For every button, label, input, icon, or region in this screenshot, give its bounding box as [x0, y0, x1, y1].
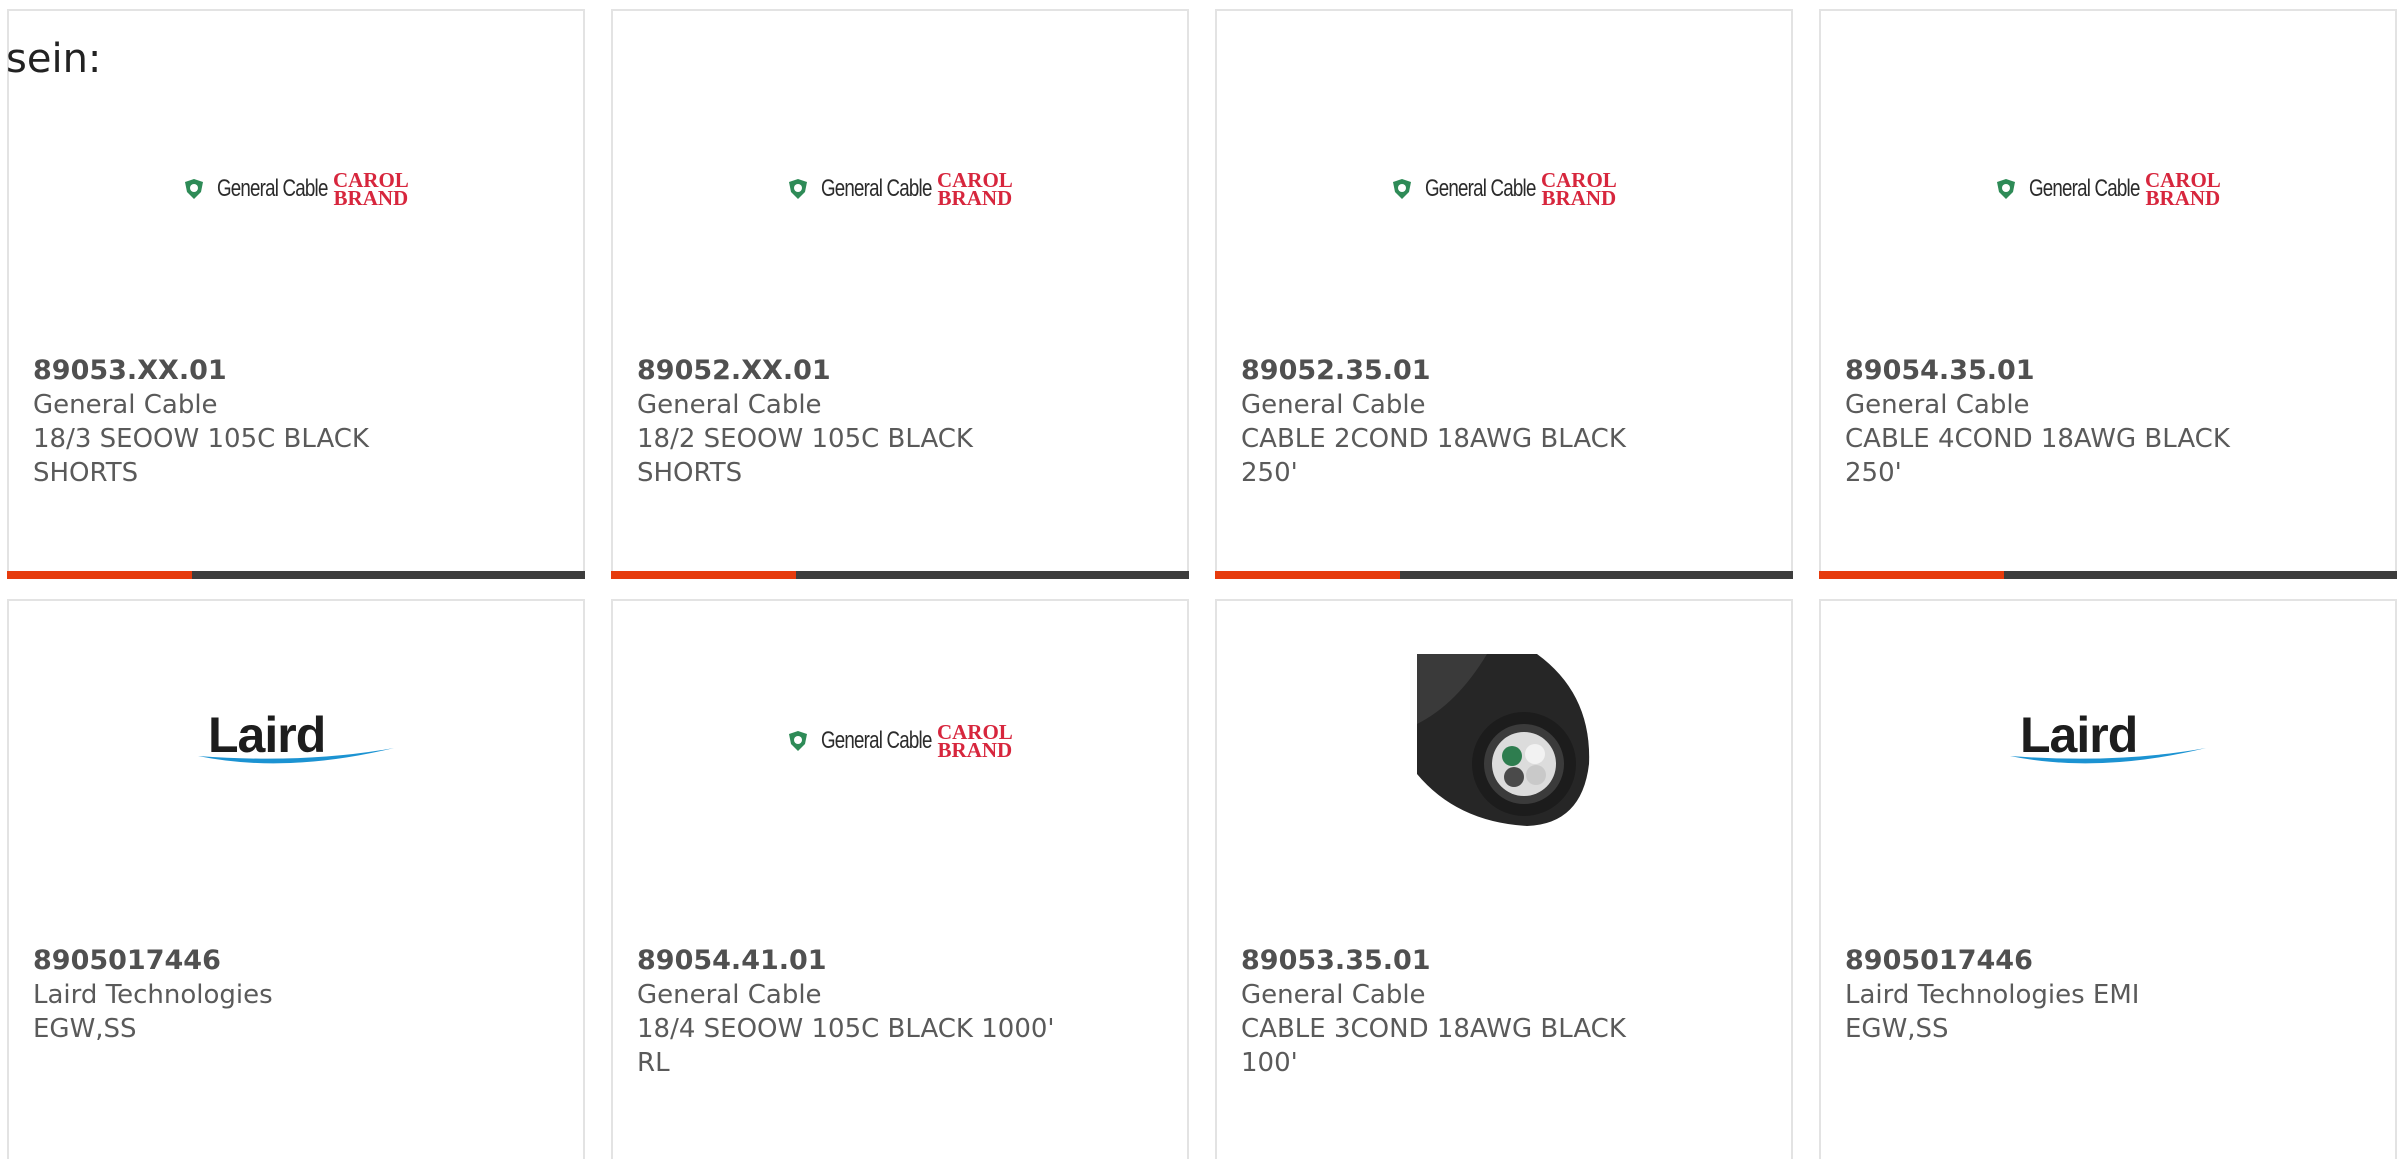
manufacturer: General Cable: [1845, 390, 2030, 420]
product-card[interactable]: General Cable CAROL BRAND 89053.XX.01 Gen…: [7, 9, 585, 579]
cable-image: [1416, 653, 1589, 826]
part-number[interactable]: 8905017446: [33, 945, 221, 976]
part-number[interactable]: 89054.41.01: [637, 945, 827, 976]
manufacturer: Laird Technologies EMI: [1845, 980, 2140, 1010]
swoosh-icon: [198, 748, 394, 764]
card-bar-accent: [1819, 571, 2004, 579]
part-number[interactable]: 89052.XX.01: [637, 355, 831, 386]
description: 18/3 SEOOW 105C BLACK SHORTS: [33, 424, 369, 488]
general-cable-logo: General Cable CAROL BRAND: [9, 129, 583, 249]
card-bar: [611, 571, 1189, 579]
manufacturer: General Cable: [1241, 390, 1426, 420]
shield-icon: [789, 731, 808, 751]
product-grid: General Cable CAROL BRAND 89053.XX.01 Gen…: [0, 0, 2400, 1159]
card-bar-accent: [611, 571, 796, 579]
general-cable-logo: General Cable CAROL BRAND: [613, 129, 1187, 249]
description: 18/4 SEOOW 105C BLACK 1000' RL: [637, 1014, 1055, 1078]
product-card[interactable]: General Cable CAROL BRAND 89054.35.01 Gen…: [1819, 9, 2397, 579]
shield-icon: [1393, 179, 1412, 199]
manufacturer: General Cable: [1241, 980, 1426, 1010]
laird-logo: Laird: [9, 651, 583, 831]
carol-brand-logo: CAROL BRAND: [1540, 168, 1617, 210]
cable-cross-section-image: [1217, 651, 1791, 831]
logo-text: General Cable: [1425, 175, 1536, 202]
product-card[interactable]: Laird 8905017446 Laird Technologies EGW,…: [7, 599, 585, 1159]
carol-brand-logo: CAROL BRAND: [936, 720, 1013, 762]
general-cable-logo: General Cable CAROL BRAND: [1217, 129, 1791, 249]
general-cable-logo: General Cable CAROL BRAND: [1821, 129, 2395, 249]
laird-logo: Laird: [1821, 651, 2395, 831]
manufacturer: Laird Technologies: [33, 980, 273, 1010]
card-bar-accent: [1215, 571, 1400, 579]
logo-text: General Cable: [821, 727, 932, 754]
general-cable-logo: General Cable CAROL BRAND: [613, 651, 1187, 831]
manufacturer: General Cable: [637, 980, 822, 1010]
part-number[interactable]: 89053.XX.01: [33, 355, 227, 386]
carol-brand-logo: CAROL BRAND: [2144, 168, 2221, 210]
description: EGW,SS: [33, 1014, 137, 1044]
part-number[interactable]: 89052.35.01: [1241, 355, 1431, 386]
manufacturer: General Cable: [637, 390, 822, 420]
logo-text: General Cable: [821, 175, 932, 202]
carol-brand-logo: CAROL BRAND: [936, 168, 1013, 210]
product-card[interactable]: Laird 8905017446 Laird Technologies EMI …: [1819, 599, 2397, 1159]
card-bar: [1215, 571, 1793, 579]
description: CABLE 2COND 18AWG BLACK 250': [1241, 424, 1626, 488]
logo-text: General Cable: [2029, 175, 2140, 202]
swoosh-icon: [2010, 748, 2206, 764]
logo-text: General Cable: [217, 175, 328, 202]
product-card[interactable]: General Cable CAROL BRAND 89054.41.01 Gen…: [611, 599, 1189, 1159]
shield-icon: [185, 179, 204, 199]
product-card[interactable]: 89053.35.01 General Cable CABLE 3COND 18…: [1215, 599, 1793, 1159]
carol-brand-logo: CAROL BRAND: [332, 168, 409, 210]
part-number[interactable]: 89053.35.01: [1241, 945, 1431, 976]
overlay-text: sein:: [6, 36, 102, 82]
part-number[interactable]: 89054.35.01: [1845, 355, 2035, 386]
card-bar: [1819, 571, 2397, 579]
description: 18/2 SEOOW 105C BLACK SHORTS: [637, 424, 973, 488]
shield-icon: [1997, 179, 2016, 199]
card-bar: [7, 571, 585, 579]
product-card[interactable]: General Cable CAROL BRAND 89052.XX.01 Gen…: [611, 9, 1189, 579]
part-number[interactable]: 8905017446: [1845, 945, 2033, 976]
manufacturer: General Cable: [33, 390, 218, 420]
product-card[interactable]: General Cable CAROL BRAND 89052.35.01 Gen…: [1215, 9, 1793, 579]
description: CABLE 4COND 18AWG BLACK 250': [1845, 424, 2230, 488]
description: EGW,SS: [1845, 1014, 1949, 1044]
shield-icon: [789, 179, 808, 199]
description: CABLE 3COND 18AWG BLACK 100': [1241, 1014, 1626, 1078]
card-bar-accent: [7, 571, 192, 579]
